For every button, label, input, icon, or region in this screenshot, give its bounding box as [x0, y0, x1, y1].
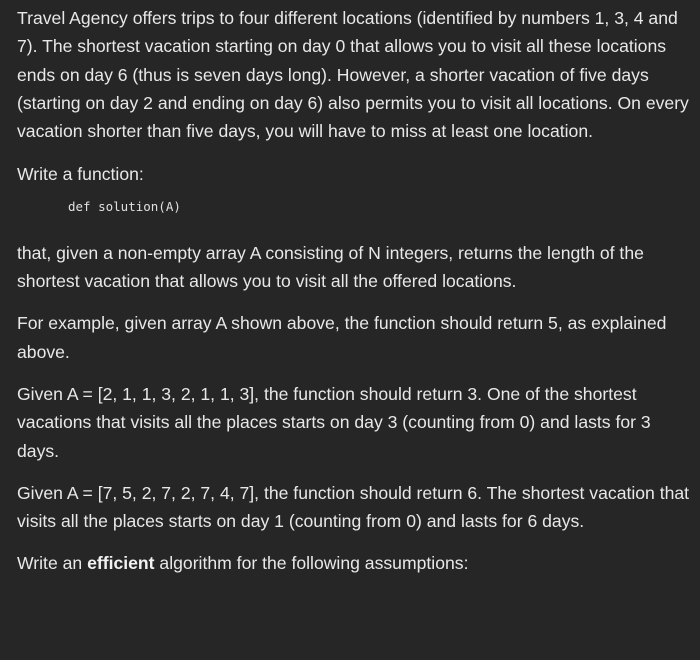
efficient-paragraph: Write an efficient algorithm for the fol… — [17, 549, 696, 577]
description-paragraph: that, given a non-empty array A consisti… — [17, 242, 644, 292]
given-example-2-paragraph: Given A = [7, 5, 2, 7, 2, 7, 4, 7], the … — [17, 482, 690, 532]
intro-paragraph: Travel Agency offers trips to four diffe… — [17, 8, 689, 142]
example-paragraph: For example, given array A shown above, … — [17, 313, 667, 362]
problem-statement: Travel Agency offers trips to four diffe… — [0, 0, 700, 660]
write-function-paragraph: Write a function: — [17, 164, 144, 185]
efficient-prefix-text: Write an — [17, 553, 88, 574]
efficient-suffix-text: algorithm for the following assumptions: — [154, 553, 469, 574]
given-example-1-paragraph: Given A = [2, 1, 1, 3, 2, 1, 1, 3], the … — [17, 383, 651, 461]
function-signature-code: def solution(A) — [68, 198, 181, 214]
efficient-emphasis: efficient — [87, 553, 155, 574]
